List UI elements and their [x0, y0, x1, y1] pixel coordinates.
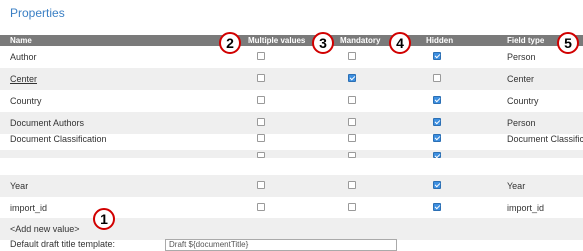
- table-header: Name Multiple values Mandatory Hidden Fi…: [0, 35, 583, 46]
- header-name: Name: [10, 36, 32, 45]
- callout-badge-2: 2: [219, 32, 241, 54]
- table-row[interactable]: import_id import_id: [0, 197, 583, 219]
- row-field-type: Document Classificati: [507, 134, 583, 144]
- mandatory-checkbox[interactable]: [348, 203, 356, 211]
- add-new-value-row[interactable]: <Add new value>: [0, 218, 583, 240]
- callout-badge-5: 5: [557, 32, 579, 54]
- hidden-checkbox[interactable]: [433, 52, 441, 60]
- mandatory-checkbox[interactable]: [348, 134, 356, 142]
- callout-badge-1: 1: [93, 208, 115, 230]
- row-name: Country: [10, 96, 42, 106]
- multiple-values-checkbox[interactable]: [257, 134, 265, 142]
- hidden-checkbox[interactable]: [433, 96, 441, 104]
- row-name: import_id: [10, 203, 48, 213]
- mandatory-checkbox[interactable]: [348, 74, 356, 82]
- row-name: Year: [10, 181, 29, 191]
- header-mandatory: Mandatory: [340, 36, 381, 45]
- multiple-values-checkbox[interactable]: [257, 181, 265, 189]
- hidden-checkbox[interactable]: [433, 74, 441, 82]
- truncated-row: [0, 150, 583, 158]
- table-row[interactable]: Year Year: [0, 175, 583, 197]
- table-row[interactable]: Country Country: [0, 90, 583, 112]
- mandatory-checkbox[interactable]: [348, 118, 356, 126]
- multiple-values-checkbox[interactable]: [257, 118, 265, 126]
- row-field-type: Center: [507, 74, 535, 84]
- row-name-link[interactable]: Center: [10, 68, 37, 90]
- hidden-checkbox[interactable]: [433, 118, 441, 126]
- row-field-type: import_id: [507, 203, 545, 213]
- callout-badge-3: 3: [312, 32, 334, 54]
- hidden-checkbox[interactable]: [433, 203, 441, 211]
- mandatory-checkbox[interactable]: [348, 96, 356, 104]
- table-row[interactable]: Center Center: [0, 68, 583, 90]
- row-name: Document Classification: [10, 134, 107, 144]
- table-row[interactable]: Author Person: [0, 46, 583, 68]
- multiple-values-checkbox[interactable]: [257, 96, 265, 104]
- add-new-value-link[interactable]: <Add new value>: [10, 218, 80, 240]
- draft-title-template: Default draft title template: Draft ${do…: [0, 239, 583, 251]
- mandatory-checkbox[interactable]: [348, 52, 356, 60]
- row-field-type: Year: [507, 181, 526, 191]
- mandatory-checkbox[interactable]: [348, 181, 356, 189]
- multiple-values-checkbox[interactable]: [257, 203, 265, 211]
- row-name: Author: [10, 52, 37, 62]
- draft-title-input[interactable]: Draft ${documentTitle}: [165, 239, 397, 251]
- table-row[interactable]: Document Classification Document Classif…: [0, 128, 583, 150]
- hidden-checkbox[interactable]: [433, 134, 441, 142]
- draft-title-label: Default draft title template:: [10, 239, 116, 249]
- hidden-checkbox[interactable]: [433, 181, 441, 189]
- header-multiple-values: Multiple values: [248, 36, 306, 45]
- multiple-values-checkbox[interactable]: [257, 74, 265, 82]
- multiple-values-checkbox[interactable]: [257, 52, 265, 60]
- header-hidden: Hidden: [426, 36, 454, 45]
- row-field-type: Country: [507, 96, 539, 106]
- callout-badge-4: 4: [389, 32, 411, 54]
- header-field-type: Field type: [507, 36, 545, 45]
- page-title: Properties: [10, 6, 65, 20]
- splice-gap: [0, 158, 583, 175]
